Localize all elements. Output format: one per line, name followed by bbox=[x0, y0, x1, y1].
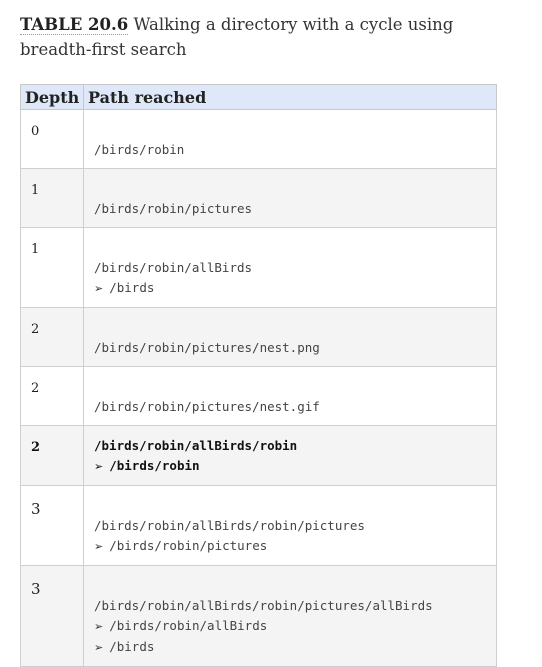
path-cell: /birds/robin/pictures/nest.gif bbox=[83, 366, 497, 426]
symlink-target: ➢ /birds/robin/pictures bbox=[94, 536, 496, 557]
arrow-icon: ➢ bbox=[94, 540, 104, 553]
depth-cell: 3 bbox=[20, 485, 84, 566]
arrow-icon: ➢ bbox=[94, 282, 104, 295]
path-cell: /birds/robin/pictures bbox=[83, 168, 497, 228]
header-row: Depth Path reached bbox=[20, 84, 497, 110]
path-text: /birds/robin/pictures/nest.gif bbox=[94, 399, 320, 414]
symlink-path: /birds/robin/allBirds bbox=[109, 618, 268, 633]
depth-cell: 2 bbox=[20, 366, 84, 426]
symlink-path: /birds/robin/pictures bbox=[109, 538, 268, 553]
symlink-path: /birds bbox=[109, 280, 155, 295]
table-row: 3/birds/robin/allBirds/robin/pictures/al… bbox=[20, 565, 497, 667]
arrow-icon: ➢ bbox=[94, 620, 104, 633]
table-row: 1/birds/robin/pictures bbox=[20, 168, 497, 228]
symlink-target: ➢ /birds/robin bbox=[94, 456, 496, 477]
depth-cell: 2 bbox=[20, 425, 84, 486]
directory-walk-table: Depth Path reached 0/birds/robin 1/birds/… bbox=[20, 84, 497, 667]
arrow-icon: ➢ bbox=[94, 460, 104, 473]
header-path: Path reached bbox=[83, 84, 497, 110]
depth-cell: 0 bbox=[20, 109, 84, 169]
path-text: /birds/robin/allBirds bbox=[94, 260, 253, 275]
symlink-target: ➢ /birds bbox=[94, 637, 496, 658]
symlink-target: ➢ /birds bbox=[94, 278, 496, 299]
header-depth: Depth bbox=[20, 84, 84, 110]
depth-cell: 2 bbox=[20, 307, 84, 367]
arrow-icon: ➢ bbox=[94, 641, 104, 654]
path-cell: /birds/robin/allBirds ➢ /birds bbox=[83, 227, 497, 308]
table-row: 1/birds/robin/allBirds ➢ /birds bbox=[20, 227, 497, 308]
symlink-path: /birds/robin bbox=[109, 458, 200, 473]
table-caption: TABLE 20.6 Walking a directory with a cy… bbox=[20, 12, 520, 62]
path-text: /birds/robin/pictures bbox=[94, 201, 253, 216]
path-cell: /birds/robin/allBirds/robin ➢ /birds/robin bbox=[83, 425, 497, 486]
path-text: /birds/robin/allBirds/robin/pictures/all… bbox=[94, 598, 433, 613]
symlink-path: /birds bbox=[109, 639, 155, 654]
path-text: /birds/robin/pictures/nest.png bbox=[94, 340, 320, 355]
symlink-target: ➢ /birds/robin/allBirds bbox=[94, 616, 496, 637]
path-cell: /birds/robin bbox=[83, 109, 497, 169]
table-row: 2/birds/robin/allBirds/robin ➢/birds/robi… bbox=[20, 425, 497, 486]
path-cell: /birds/robin/allBirds/robin/pictures ➢ /bi… bbox=[83, 485, 497, 566]
table-row: 3/birds/robin/allBirds/robin/pictures ➢/b… bbox=[20, 485, 497, 566]
depth-cell: 1 bbox=[20, 168, 84, 228]
depth-cell: 1 bbox=[20, 227, 84, 308]
table-row: 0/birds/robin bbox=[20, 109, 497, 169]
path-text: /birds/robin/allBirds/robin/pictures bbox=[94, 518, 365, 533]
table-row: 2/birds/robin/pictures/nest.png bbox=[20, 307, 497, 367]
path-text: /birds/robin/allBirds/robin bbox=[94, 438, 298, 453]
table-row: 2/birds/robin/pictures/nest.gif bbox=[20, 366, 497, 426]
table-body: 0/birds/robin 1/birds/robin/pictures 1/bir… bbox=[20, 109, 497, 667]
path-cell: /birds/robin/pictures/nest.png bbox=[83, 307, 497, 367]
path-text: /birds/robin bbox=[94, 142, 185, 157]
path-cell: /birds/robin/allBirds/robin/pictures/all… bbox=[83, 565, 497, 667]
table-number-link[interactable]: TABLE 20.6 bbox=[20, 15, 129, 35]
depth-cell: 3 bbox=[20, 565, 84, 667]
